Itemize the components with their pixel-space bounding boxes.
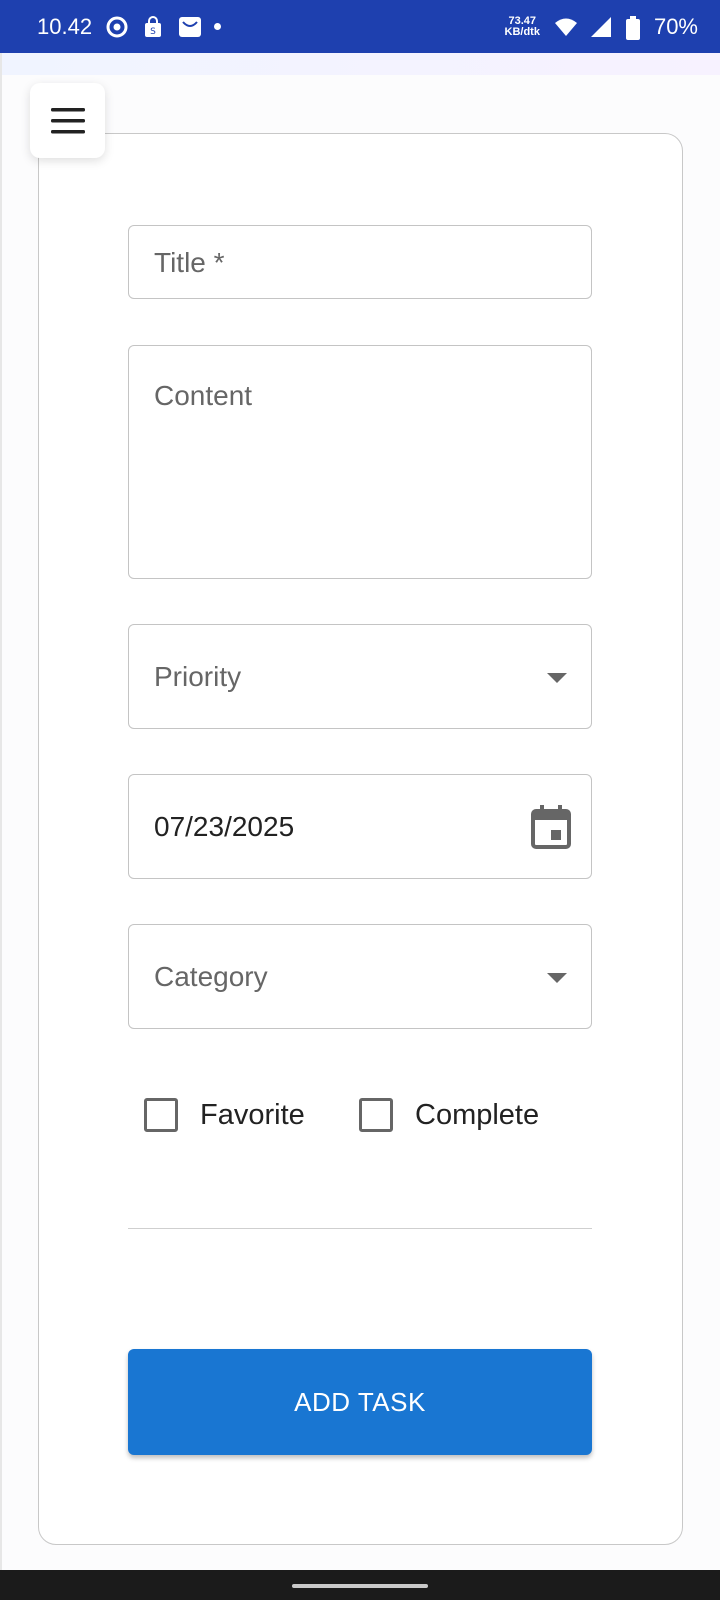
favorite-checkbox[interactable] bbox=[144, 1098, 178, 1132]
date-value: 07/23/2025 bbox=[154, 811, 295, 842]
priority-placeholder: Priority bbox=[154, 661, 242, 692]
status-time: 10.42 bbox=[37, 13, 93, 39]
signal-icon bbox=[590, 16, 612, 38]
gesture-handle[interactable] bbox=[292, 1584, 428, 1588]
content-textarea[interactable]: Content bbox=[128, 345, 592, 579]
app-bar-strip bbox=[0, 53, 720, 75]
priority-select[interactable]: Priority bbox=[128, 624, 592, 729]
shopping-bag-icon: S bbox=[142, 15, 164, 38]
status-bar: 10.42 S 73.47 KB/dtk 70% bbox=[0, 0, 720, 53]
chevron-down-icon bbox=[547, 673, 567, 683]
status-right: 73.47 KB/dtk 70% bbox=[504, 13, 698, 40]
content-placeholder: Content bbox=[154, 380, 253, 411]
divider bbox=[128, 1228, 592, 1229]
favorite-checkbox-row[interactable]: Favorite bbox=[144, 1095, 305, 1135]
category-placeholder: Category bbox=[154, 961, 268, 992]
battery-percent: 70% bbox=[653, 13, 698, 39]
chrome-icon bbox=[106, 16, 128, 38]
wifi-icon bbox=[554, 16, 577, 38]
notification-dot-icon bbox=[214, 23, 222, 30]
date-input[interactable]: 07/23/2025 bbox=[128, 774, 592, 879]
complete-checkbox[interactable] bbox=[359, 1098, 393, 1132]
net-speed: 73.47 KB/dtk bbox=[504, 14, 540, 38]
svg-text:S: S bbox=[150, 27, 156, 37]
complete-checkbox-row[interactable]: Complete bbox=[359, 1095, 539, 1135]
complete-label[interactable]: Complete bbox=[415, 1099, 539, 1132]
hamburger-menu-icon bbox=[50, 107, 85, 133]
favorite-label[interactable]: Favorite bbox=[200, 1099, 305, 1132]
add-task-button[interactable]: ADD TASK bbox=[128, 1349, 592, 1455]
net-speed-value: 73.47 bbox=[508, 14, 536, 27]
drawer-edge bbox=[0, 53, 2, 1570]
battery-icon bbox=[625, 15, 640, 40]
category-select[interactable]: Category bbox=[128, 924, 592, 1029]
status-left: 10.42 S bbox=[37, 13, 222, 40]
calendar-icon[interactable] bbox=[531, 805, 571, 849]
mail-icon bbox=[178, 16, 202, 38]
title-input[interactable]: Title * bbox=[128, 225, 592, 299]
title-placeholder: Title * bbox=[154, 247, 225, 278]
menu-button[interactable] bbox=[30, 83, 105, 158]
navigation-bar bbox=[0, 1570, 720, 1600]
net-speed-unit: KB/dtk bbox=[504, 25, 540, 38]
chevron-down-icon bbox=[547, 973, 567, 983]
